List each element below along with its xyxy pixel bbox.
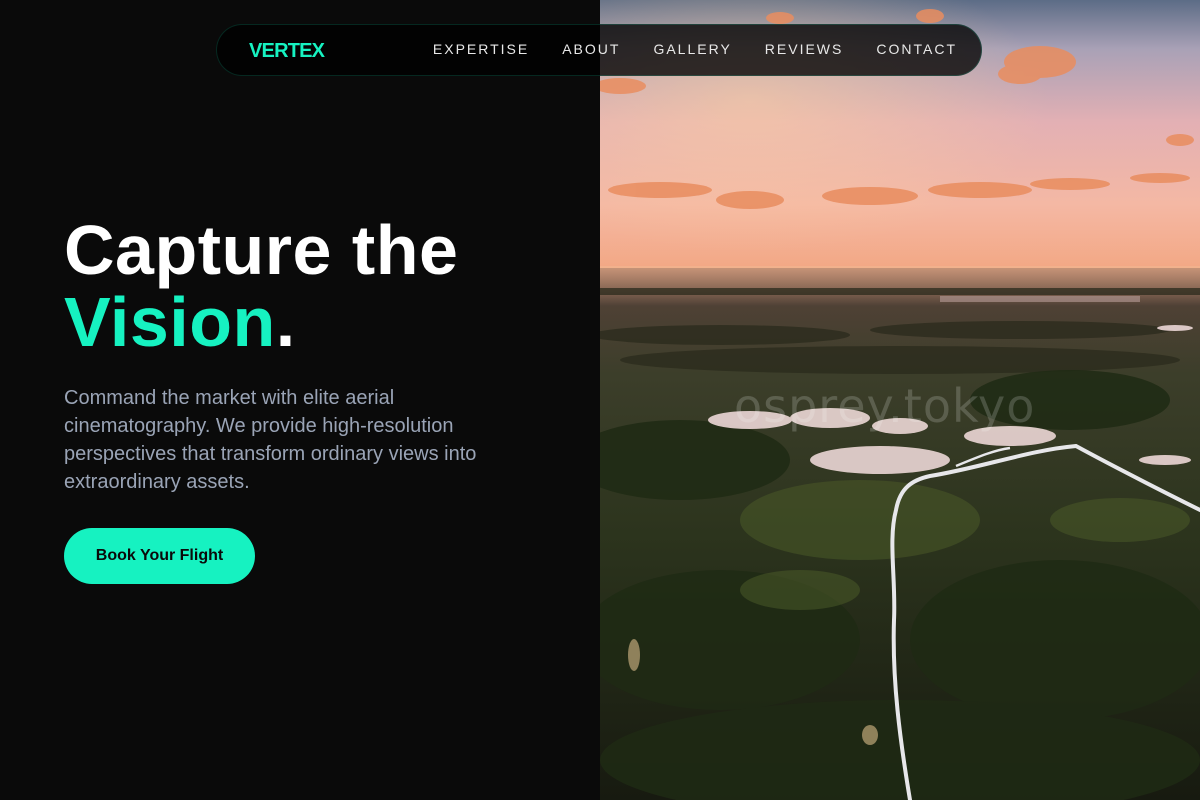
- vertex-logo[interactable]: VERTEX: [249, 40, 325, 63]
- nav-item-contact: CONTACT: [876, 41, 957, 59]
- nav-link-contact[interactable]: CONTACT: [876, 41, 957, 57]
- landing-page: Capture the Vision. Command the market wi…: [0, 0, 1200, 800]
- nav-item-gallery: GALLERY: [653, 41, 731, 59]
- hero-headline: Capture the Vision.: [64, 214, 458, 358]
- headline-period: .: [275, 283, 296, 361]
- hero-description: Command the market with elite aerial cin…: [64, 387, 477, 493]
- nav-links: EXPERTISE ABOUT GALLERY REVIEWS CONTACT: [433, 25, 957, 75]
- book-flight-button[interactable]: Book Your Flight: [64, 528, 255, 584]
- nav-item-reviews: REVIEWS: [765, 41, 844, 59]
- headline-line-1: Capture the: [64, 211, 459, 289]
- nav-link-reviews[interactable]: REVIEWS: [765, 41, 844, 57]
- hero-text-panel: Capture the Vision. Command the market wi…: [0, 0, 600, 800]
- nav-link-gallery[interactable]: GALLERY: [653, 41, 731, 57]
- image-watermark: osprey.tokyo: [734, 379, 1036, 433]
- nav-item-expertise: EXPERTISE: [433, 41, 529, 59]
- nav-item-about: ABOUT: [562, 41, 620, 59]
- nav-link-about[interactable]: ABOUT: [562, 41, 620, 57]
- headline-accent-word: Vision: [64, 283, 276, 361]
- nav-link-expertise[interactable]: EXPERTISE: [433, 41, 529, 57]
- top-navigation: VERTEX EXPERTISE ABOUT GALLERY REVIEWS C…: [216, 24, 982, 76]
